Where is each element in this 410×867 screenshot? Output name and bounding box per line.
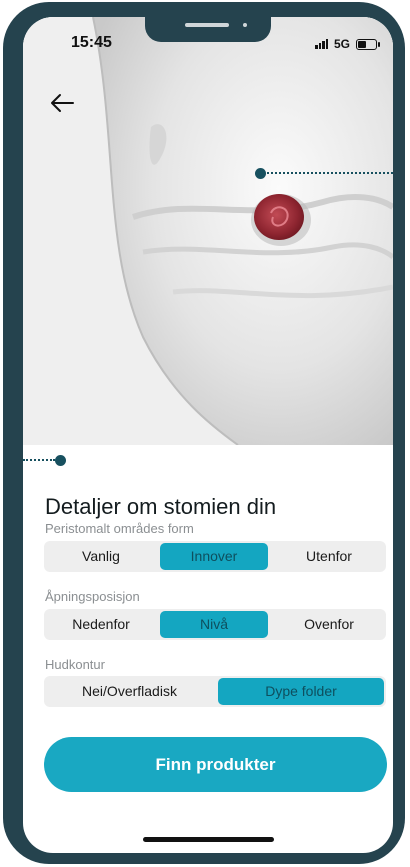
details-pointer-dot [55,455,66,466]
stoma-illustration [23,17,393,445]
body-illustration-graphic [23,17,393,445]
option-utenfor[interactable]: Utenfor [272,541,386,572]
details-title: Detaljer om stomien din [45,494,277,519]
status-time: 15:45 [71,34,112,51]
stoma-pointer-line [267,172,393,174]
arrow-left-icon [51,94,74,112]
section-label-skin: Hudkontur [45,657,105,672]
details-pointer-line [23,459,55,461]
option-innover[interactable]: Innover [160,543,268,570]
option-niva[interactable]: Nivå [160,611,268,638]
phone-frame: 15:45 5G Detaljer om stomien din Peristo… [3,2,405,864]
option-ovenfor[interactable]: Ovenfor [272,609,386,640]
find-products-button[interactable]: Finn produkter [44,737,387,792]
section-label-shape: Peristomalt områdes form [45,521,194,536]
network-label: 5G [334,37,351,51]
option-vanlig[interactable]: Vanlig [44,541,158,572]
status-indicators: 5G [315,37,381,51]
skin-segmented-control: Nei/Overfladisk Dype folder [44,676,386,707]
option-nedenfor[interactable]: Nedenfor [44,609,158,640]
battery-icon [356,38,381,50]
option-dype-folder[interactable]: Dype folder [218,678,384,705]
signal-icon [315,39,328,49]
phone-notch [145,17,271,42]
opening-segmented-control: Nedenfor Nivå Ovenfor [44,609,386,640]
stoma-pointer-dot [255,168,266,179]
option-nei-overfladisk[interactable]: Nei/Overfladisk [44,676,215,707]
app-screen: 15:45 5G Detaljer om stomien din Peristo… [23,17,393,853]
home-indicator [143,837,274,842]
back-button[interactable] [49,92,75,114]
section-label-opening: Åpningsposisjon [45,589,140,604]
shape-segmented-control: Vanlig Innover Utenfor [44,541,386,572]
